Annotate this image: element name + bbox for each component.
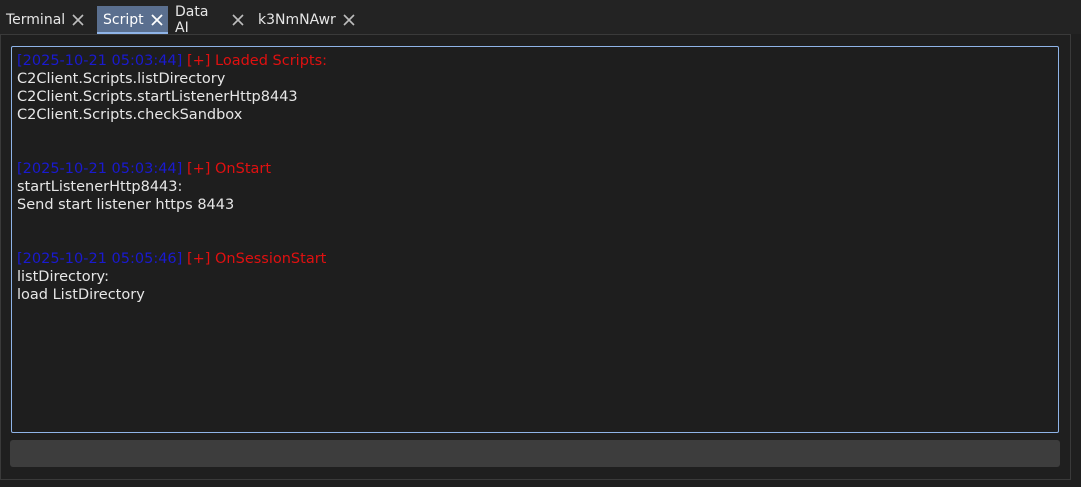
tab-bar: Terminal Script Data AI k3NmNAwr	[0, 0, 1081, 36]
log-header: [2025-10-21 05:05:46] [+] OnSessionStart	[17, 250, 1053, 268]
log-line: C2Client.Scripts.listDirectory	[17, 71, 226, 87]
log-line: startListenerHttp8443:	[17, 179, 183, 195]
log-tag: [+] OnSessionStart	[186, 251, 327, 267]
tab-label: Terminal	[6, 12, 66, 28]
command-input[interactable]	[10, 440, 1060, 467]
log-header: [2025-10-21 05:03:44] [+] OnStart	[17, 160, 1053, 178]
timestamp: [2025-10-21 05:03:44]	[17, 53, 183, 69]
tab-terminal[interactable]: Terminal	[0, 6, 94, 34]
close-icon[interactable]	[71, 13, 85, 27]
log-line: C2Client.Scripts.startListenerHttp8443	[17, 89, 298, 105]
close-icon[interactable]	[231, 13, 245, 27]
log-line: Send start listener https 8443	[17, 197, 235, 213]
tab-data-ai[interactable]: Data AI	[169, 4, 250, 36]
log-line: C2Client.Scripts.checkSandbox	[17, 107, 243, 123]
script-console-output[interactable]: [2025-10-21 05:03:44] [+] Loaded Scripts…	[11, 46, 1059, 433]
timestamp: [2025-10-21 05:05:46]	[17, 251, 183, 267]
tab-script[interactable]: Script	[97, 6, 168, 34]
tab-label: Script	[103, 12, 144, 28]
log-header: [2025-10-21 05:03:44] [+] Loaded Scripts…	[17, 52, 1053, 70]
log-line: listDirectory:	[17, 269, 109, 285]
log-tag: [+] Loaded Scripts:	[186, 53, 328, 69]
tab-label: k3NmNAwr	[258, 12, 336, 28]
tab-label: Data AI	[175, 4, 209, 36]
timestamp: [2025-10-21 05:03:44]	[17, 161, 183, 177]
close-icon[interactable]	[150, 13, 164, 27]
tab-k3nmnawr[interactable]: k3NmNAwr	[252, 6, 364, 34]
log-line: load ListDirectory	[17, 287, 145, 303]
app-window: Terminal Script Data AI k3NmNAwr [2025-1…	[0, 0, 1081, 487]
close-icon[interactable]	[342, 13, 356, 27]
log-tag: [+] OnStart	[186, 161, 272, 177]
